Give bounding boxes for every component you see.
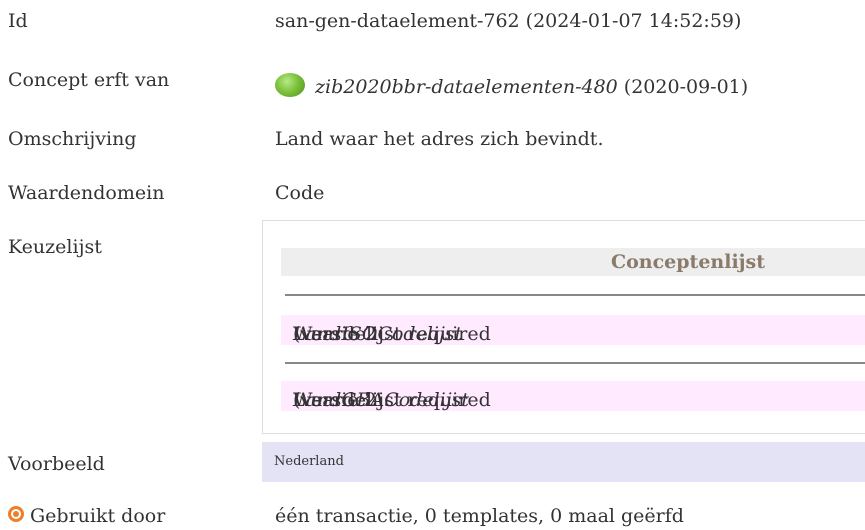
keuzelijst-box: Conceptenlijst Waardelijst required Land… [262, 220, 865, 434]
gebruikt-label[interactable]: Gebruikt door [8, 505, 165, 527]
valueset-item: Waardelijst required LandISOCodelijst (v… [281, 315, 865, 345]
voorbeeld-value: Nederland [274, 454, 344, 469]
target-icon [8, 506, 24, 522]
concept-date: (2020-09-01) [623, 76, 749, 98]
waardendomein-value: Code [275, 182, 325, 204]
divider [285, 362, 865, 364]
conceptenlijst-header: Conceptenlijst [281, 248, 865, 276]
valueset-version: (versie 2 [293, 323, 377, 345]
keuzelijst-label: Keuzelijst [8, 236, 102, 258]
omschrijving-label: Omschrijving [8, 128, 137, 150]
green-circle-icon [275, 73, 305, 97]
voorbeeld-box: Nederland [262, 442, 865, 482]
gebruikt-label-text: Gebruikt door [30, 505, 166, 527]
conceptenlijst-title: Conceptenlijst [611, 251, 766, 273]
omschrijving-value: Land waar het adres zich bevindt. [275, 128, 604, 150]
valueset-item: Waardelijst required LandGBACodelijst (v… [281, 381, 865, 411]
concept-link[interactable]: zib2020bbr-dataelementen-480 [315, 76, 618, 98]
id-label: Id [8, 10, 28, 32]
gebruikt-value: één transactie, 0 templates, 0 maal geër… [275, 505, 684, 527]
voorbeeld-label: Voorbeeld [8, 453, 105, 475]
waardendomein-label: Waardendomein [8, 182, 165, 204]
valueset-version: (versie 2 [293, 389, 377, 411]
concept-value: zib2020bbr-dataelementen-480 (2020-09-01… [275, 73, 748, 98]
divider [285, 294, 865, 296]
concept-label: Concept erft van [8, 69, 170, 91]
id-value: san-gen-dataelement-762 (2024-01-07 14:5… [275, 10, 742, 32]
